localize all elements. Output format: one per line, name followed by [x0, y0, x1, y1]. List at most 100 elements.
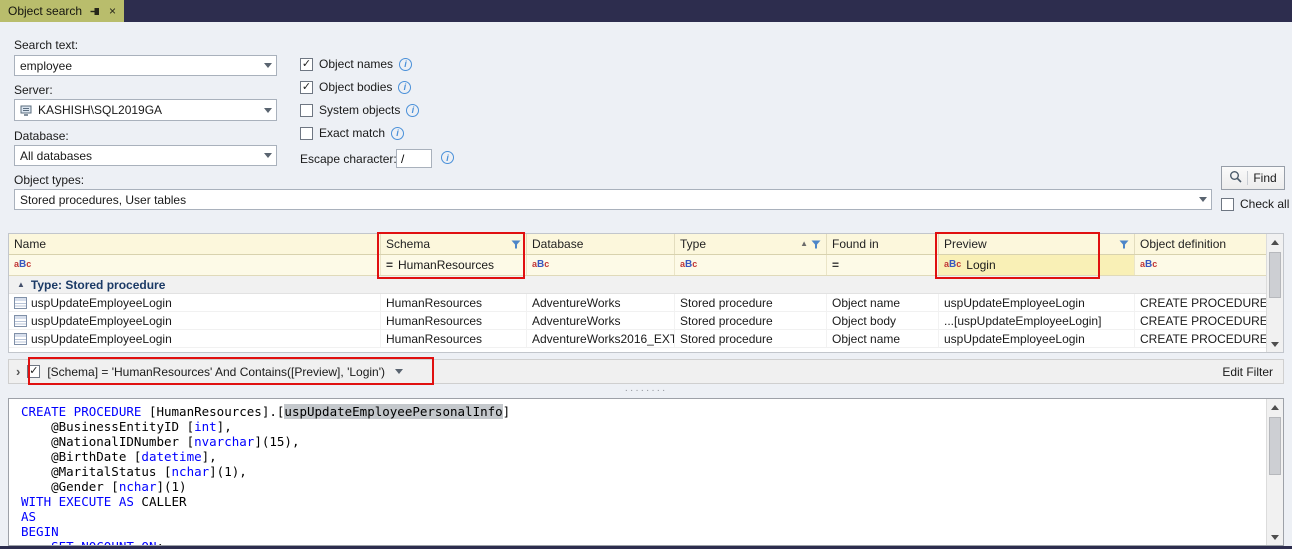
info-icon[interactable]: i	[441, 151, 454, 164]
option-object-bodies[interactable]: ✓ Object bodies i	[300, 79, 412, 95]
dropdown-icon[interactable]	[259, 100, 276, 120]
filter-cell-database[interactable]: aBc	[527, 255, 675, 275]
edit-filter-button[interactable]: Edit Filter	[1222, 365, 1273, 379]
search-text-combobox[interactable]: employee	[14, 55, 277, 76]
cell-preview[interactable]: uspUpdateEmployeeLogin	[939, 294, 1135, 311]
code-line: @BusinessEntityID [int],	[21, 419, 232, 434]
filter-funnel-icon[interactable]	[811, 240, 821, 249]
close-icon[interactable]: ×	[109, 5, 116, 17]
filter-cell-object-definition[interactable]: aBc	[1135, 255, 1266, 275]
scroll-down-button[interactable]	[1267, 336, 1283, 352]
cell-object-definition[interactable]: CREATE PROCEDURE [H...	[1135, 312, 1266, 329]
cell-found-in[interactable]: Object name	[827, 294, 939, 311]
pin-icon[interactable]	[90, 6, 101, 17]
option-system-objects[interactable]: ✓ System objects i	[300, 102, 420, 118]
filter-cell-preview[interactable]: aBc Login	[939, 255, 1135, 275]
info-icon[interactable]: i	[398, 80, 412, 94]
cell-found-in[interactable]: Object name	[827, 330, 939, 347]
option-object-names[interactable]: ✓ Object names i	[300, 56, 413, 72]
cell-schema[interactable]: HumanResources	[381, 312, 527, 329]
option-label: Object bodies	[319, 80, 393, 94]
filter-cell-found-in[interactable]: =	[827, 255, 939, 275]
column-header-name[interactable]: Name	[9, 234, 381, 254]
filter-value: Login	[966, 258, 996, 272]
database-combobox[interactable]: All databases	[14, 145, 277, 166]
dropdown-icon[interactable]	[259, 56, 276, 75]
info-icon[interactable]: i	[391, 126, 405, 140]
grid-header-row: Name Schema Database Type ▲ Found in Pre…	[9, 234, 1266, 255]
column-header-label: Schema	[386, 237, 431, 251]
option-exact-match[interactable]: ✓ Exact match i	[300, 125, 405, 141]
equals-operator-icon[interactable]: =	[386, 258, 393, 272]
filter-funnel-icon[interactable]	[511, 240, 521, 249]
filter-cell-type[interactable]: aBc	[675, 255, 827, 275]
scrollbar-thumb[interactable]	[1269, 417, 1281, 475]
filter-expression[interactable]: [Schema] = 'HumanResources' And Contains…	[47, 365, 385, 379]
cell-name[interactable]: uspUpdateEmployeeLogin	[9, 312, 381, 329]
object-bodies-checkbox[interactable]: ✓	[300, 80, 313, 94]
info-icon[interactable]: i	[399, 57, 413, 71]
server-combobox[interactable]: KASHISH\SQL2019GA	[14, 99, 277, 121]
cell-type[interactable]: Stored procedure	[675, 294, 827, 311]
splitter-handle[interactable]: ········	[8, 384, 1284, 398]
table-row[interactable]: uspUpdateEmployeeLogin HumanResources Ad…	[9, 330, 1266, 348]
table-row[interactable]: uspUpdateEmployeeLogin HumanResources Ad…	[9, 294, 1266, 312]
cell-type[interactable]: Stored procedure	[675, 330, 827, 347]
filter-enabled-checkbox[interactable]: ✓	[27, 365, 41, 378]
group-row-stored-procedure[interactable]: ▲ Type: Stored procedure	[9, 276, 1266, 294]
table-row[interactable]: uspUpdateEmployeeLogin HumanResources Ad…	[9, 312, 1266, 330]
group-expanded-icon[interactable]: ▲	[17, 280, 25, 289]
cell-preview[interactable]: uspUpdateEmployeeLogin	[939, 330, 1135, 347]
cell-object-definition[interactable]: CREATE PROCEDURE [H...	[1135, 330, 1266, 347]
dropdown-icon[interactable]	[1194, 190, 1211, 209]
column-header-type[interactable]: Type ▲	[675, 234, 827, 254]
sort-ascending-icon: ▲	[800, 239, 808, 248]
filter-funnel-icon[interactable]	[1119, 240, 1129, 249]
cell-database[interactable]: AdventureWorks2016_EXT	[527, 330, 675, 347]
column-header-found-in[interactable]: Found in	[827, 234, 939, 254]
column-header-database[interactable]: Database	[527, 234, 675, 254]
equals-operator-icon[interactable]: =	[832, 258, 839, 272]
object-types-combobox[interactable]: Stored procedures, User tables	[14, 189, 1212, 210]
cell-database[interactable]: AdventureWorks	[527, 294, 675, 311]
scroll-down-button[interactable]	[1267, 529, 1283, 545]
cell-name[interactable]: uspUpdateEmployeeLogin	[9, 294, 381, 311]
system-objects-checkbox[interactable]: ✓	[300, 103, 313, 117]
scrollbar-thumb[interactable]	[1269, 252, 1281, 298]
filter-panel-chevron-icon[interactable]: ›	[16, 365, 20, 378]
column-header-label: Object definition	[1140, 237, 1227, 251]
check-all-checkbox[interactable]: ✓	[1221, 197, 1234, 211]
cell-database[interactable]: AdventureWorks	[527, 312, 675, 329]
object-names-checkbox[interactable]: ✓	[300, 57, 313, 71]
find-button[interactable]: Find	[1221, 166, 1285, 190]
cell-object-definition[interactable]: CREATE PROCEDURE [H...	[1135, 294, 1266, 311]
dropdown-icon[interactable]	[259, 146, 276, 165]
code-vertical-scrollbar[interactable]	[1266, 399, 1283, 545]
cell-schema[interactable]: HumanResources	[381, 330, 527, 347]
cell-preview[interactable]: ...[uspUpdateEmployeeLogin]	[939, 312, 1135, 329]
scroll-up-button[interactable]	[1267, 234, 1283, 250]
filter-dropdown-icon[interactable]	[395, 369, 404, 374]
server-label: Server:	[14, 83, 53, 97]
column-header-preview[interactable]: Preview	[939, 234, 1135, 254]
filter-cell-schema[interactable]: = HumanResources	[381, 255, 527, 275]
exact-match-checkbox[interactable]: ✓	[300, 126, 313, 140]
code-line: @NationalIDNumber [nvarchar](15),	[21, 434, 300, 449]
column-header-schema[interactable]: Schema	[381, 234, 527, 254]
column-header-label: Name	[14, 237, 47, 251]
scroll-up-button[interactable]	[1267, 399, 1283, 415]
column-header-object-definition[interactable]: Object definition	[1135, 234, 1266, 254]
filter-cell-name[interactable]: aBc	[9, 255, 381, 275]
stored-procedure-icon	[14, 296, 27, 309]
check-all-option[interactable]: ✓ Check all	[1221, 197, 1289, 211]
escape-character-input[interactable]	[396, 149, 432, 168]
grid-vertical-scrollbar[interactable]	[1266, 234, 1283, 352]
cell-found-in[interactable]: Object body	[827, 312, 939, 329]
tab-object-search[interactable]: Object search ×	[0, 0, 125, 22]
info-icon[interactable]: i	[406, 103, 420, 117]
stored-procedure-icon	[14, 314, 27, 327]
cell-schema[interactable]: HumanResources	[381, 294, 527, 311]
cell-type[interactable]: Stored procedure	[675, 312, 827, 329]
object-definition-preview[interactable]: CREATE PROCEDURE [HumanResources].[uspUp…	[8, 398, 1284, 546]
cell-name[interactable]: uspUpdateEmployeeLogin	[9, 330, 381, 347]
